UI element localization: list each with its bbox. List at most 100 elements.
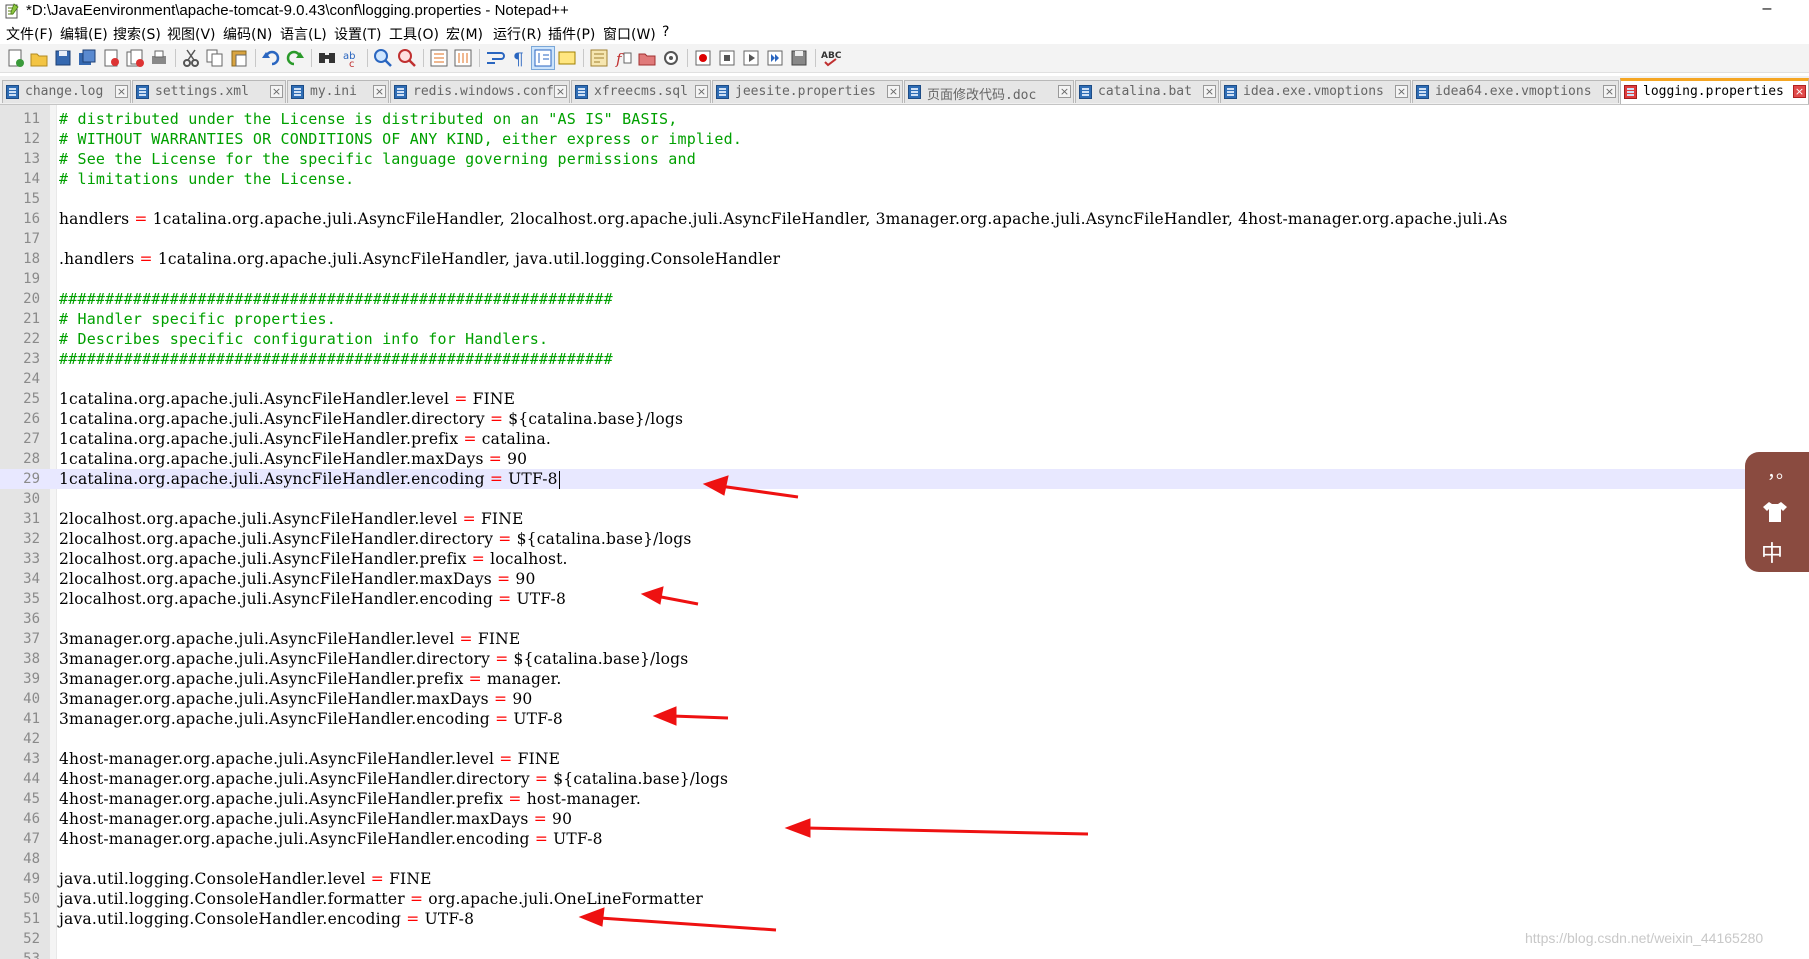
close-file-icon[interactable] <box>100 47 122 69</box>
file-tab[interactable]: 页面修改代码.doc × <box>904 80 1074 103</box>
code-line[interactable]: 46 4host-manager.org.apache.juli.AsyncFil… <box>0 809 1809 829</box>
code-line[interactable]: 47 4host-manager.org.apache.juli.AsyncFil… <box>0 829 1809 849</box>
folder-workspace-icon[interactable] <box>636 47 658 69</box>
close-all-icon[interactable] <box>124 47 146 69</box>
save-all-icon[interactable] <box>76 47 98 69</box>
file-tab[interactable]: xfreecms.sql × <box>571 80 711 103</box>
editor-area[interactable]: 11 # distributed under the License is dis… <box>0 105 1809 959</box>
code-line[interactable]: 44 4host-manager.org.apache.juli.AsyncFil… <box>0 769 1809 789</box>
code-line[interactable]: 15 <box>0 189 1809 209</box>
tab-close-icon[interactable]: × <box>1603 85 1616 98</box>
code-line[interactable]: 21 # Handler specific properties. <box>0 309 1809 329</box>
doc-map-icon[interactable] <box>588 47 610 69</box>
tab-close-icon[interactable]: × <box>1793 85 1806 98</box>
tab-close-icon[interactable]: × <box>554 85 567 98</box>
ime-language-toggle[interactable]: 中 <box>1761 536 1783 568</box>
udl-icon[interactable] <box>556 47 578 69</box>
code-line[interactable]: 32 2localhost.org.apache.juli.AsyncFileHa… <box>0 529 1809 549</box>
code-line[interactable]: 16 handlers = 1catalina.org.apache.juli.A… <box>0 209 1809 229</box>
file-tab[interactable]: idea.exe.vmoptions × <box>1220 80 1411 103</box>
new-file-icon[interactable] <box>4 47 26 69</box>
redo-icon[interactable] <box>284 47 306 69</box>
file-tab[interactable]: idea64.exe.vmoptions × <box>1412 80 1619 103</box>
code-line[interactable]: 12 # WITHOUT WARRANTIES OR CONDITIONS OF … <box>0 129 1809 149</box>
code-line[interactable]: 31 2localhost.org.apache.juli.AsyncFileHa… <box>0 509 1809 529</box>
file-tab[interactable]: catalina.bat × <box>1075 80 1219 103</box>
code-line[interactable]: 27 1catalina.org.apache.juli.AsyncFileHan… <box>0 429 1809 449</box>
run-macro-multiple-icon[interactable] <box>764 47 786 69</box>
menu-tools[interactable]: 工具(O) <box>389 24 439 44</box>
menu-run[interactable]: 运行(R) <box>493 24 542 44</box>
code-line[interactable]: 40 3manager.org.apache.juli.AsyncFileHand… <box>0 689 1809 709</box>
menu-file[interactable]: 文件(F) <box>6 24 53 44</box>
tab-close-icon[interactable]: × <box>270 85 283 98</box>
menu-search[interactable]: 搜索(S) <box>113 24 161 44</box>
word-wrap-icon[interactable] <box>484 47 506 69</box>
ime-punctuation-toggle[interactable]: ，。 <box>1767 458 1794 484</box>
menu-help[interactable]: ? <box>662 24 669 40</box>
code-line[interactable]: 35 2localhost.org.apache.juli.AsyncFileHa… <box>0 589 1809 609</box>
file-tab[interactable]: logging.properties × <box>1620 78 1809 104</box>
tab-close-icon[interactable]: × <box>1203 85 1216 98</box>
code-line[interactable]: 33 2localhost.org.apache.juli.AsyncFileHa… <box>0 549 1809 569</box>
cut-icon[interactable] <box>180 47 202 69</box>
sync-vertical-icon[interactable] <box>428 47 450 69</box>
indent-guide-icon[interactable] <box>531 46 555 70</box>
zoom-in-icon[interactable] <box>372 47 394 69</box>
copy-icon[interactable] <box>204 47 226 69</box>
stop-record-icon[interactable] <box>716 47 738 69</box>
file-tab[interactable]: jeesite.properties × <box>712 80 903 103</box>
code-line[interactable]: 45 4host-manager.org.apache.juli.AsyncFil… <box>0 789 1809 809</box>
code-line[interactable]: 30 <box>0 489 1809 509</box>
code-line[interactable]: 14 # limitations under the License. <box>0 169 1809 189</box>
code-line[interactable]: 25 1catalina.org.apache.juli.AsyncFileHan… <box>0 389 1809 409</box>
zoom-out-icon[interactable] <box>396 47 418 69</box>
code-line[interactable]: 42 <box>0 729 1809 749</box>
code-line[interactable]: 28 1catalina.org.apache.juli.AsyncFileHan… <box>0 449 1809 469</box>
save-macro-icon[interactable] <box>788 47 810 69</box>
spell-check-icon[interactable]: ABC <box>820 47 842 69</box>
code-line[interactable]: 48 <box>0 849 1809 869</box>
code-line[interactable]: 26 1catalina.org.apache.juli.AsyncFileHan… <box>0 409 1809 429</box>
menu-view[interactable]: 视图(V) <box>167 24 216 44</box>
file-tab[interactable]: redis.windows.conf × <box>390 80 570 103</box>
tab-close-icon[interactable]: × <box>373 85 386 98</box>
code-line[interactable]: 36 <box>0 609 1809 629</box>
code-line[interactable]: 34 2localhost.org.apache.juli.AsyncFileHa… <box>0 569 1809 589</box>
tab-close-icon[interactable]: × <box>887 85 900 98</box>
print-icon[interactable] <box>148 47 170 69</box>
file-tab[interactable]: settings.xml × <box>132 80 286 103</box>
code-line[interactable]: 29 1catalina.org.apache.juli.AsyncFileHan… <box>0 469 1809 489</box>
code-line[interactable]: 41 3manager.org.apache.juli.AsyncFileHand… <box>0 709 1809 729</box>
function-list-icon[interactable]: f <box>612 47 634 69</box>
show-all-chars-icon[interactable]: ¶ <box>508 47 530 69</box>
code-line[interactable]: 38 3manager.org.apache.juli.AsyncFileHand… <box>0 649 1809 669</box>
code-line[interactable]: 50 java.util.logging.ConsoleHandler.forma… <box>0 889 1809 909</box>
sync-horizontal-icon[interactable] <box>452 47 474 69</box>
code-line[interactable]: 43 4host-manager.org.apache.juli.AsyncFil… <box>0 749 1809 769</box>
code-line[interactable]: 20 ######################################… <box>0 289 1809 309</box>
replace-icon[interactable]: ab c <box>340 47 362 69</box>
menu-plugins[interactable]: 插件(P) <box>548 24 595 44</box>
code-line[interactable]: 13 # See the License for the specific lan… <box>0 149 1809 169</box>
menu-encoding[interactable]: 编码(N) <box>223 24 272 44</box>
find-icon[interactable] <box>316 47 338 69</box>
ime-floating-toolbar[interactable]: ，。 中 <box>1745 452 1809 572</box>
code-line[interactable]: 22 # Describes specific configuration inf… <box>0 329 1809 349</box>
code-line[interactable]: 24 <box>0 369 1809 389</box>
code-line[interactable]: 19 <box>0 269 1809 289</box>
code-line[interactable]: 53 <box>0 949 1809 959</box>
menu-macro[interactable]: 宏(M) <box>446 24 483 44</box>
code-line[interactable]: 49 java.util.logging.ConsoleHandler.level… <box>0 869 1809 889</box>
code-line[interactable]: 18 .handlers = 1catalina.org.apache.juli.… <box>0 249 1809 269</box>
file-tab[interactable]: my.ini × <box>287 80 389 103</box>
tab-close-icon[interactable]: × <box>1395 85 1408 98</box>
record-macro-icon[interactable] <box>692 47 714 69</box>
code-line[interactable]: 39 3manager.org.apache.juli.AsyncFileHand… <box>0 669 1809 689</box>
tab-close-icon[interactable]: × <box>695 85 708 98</box>
code-line[interactable]: 37 3manager.org.apache.juli.AsyncFileHand… <box>0 629 1809 649</box>
shirt-icon[interactable] <box>1761 500 1789 524</box>
menu-edit[interactable]: 编辑(E) <box>60 24 108 44</box>
menu-settings[interactable]: 设置(T) <box>334 24 381 44</box>
minimize-button[interactable]: – <box>1759 0 1775 20</box>
